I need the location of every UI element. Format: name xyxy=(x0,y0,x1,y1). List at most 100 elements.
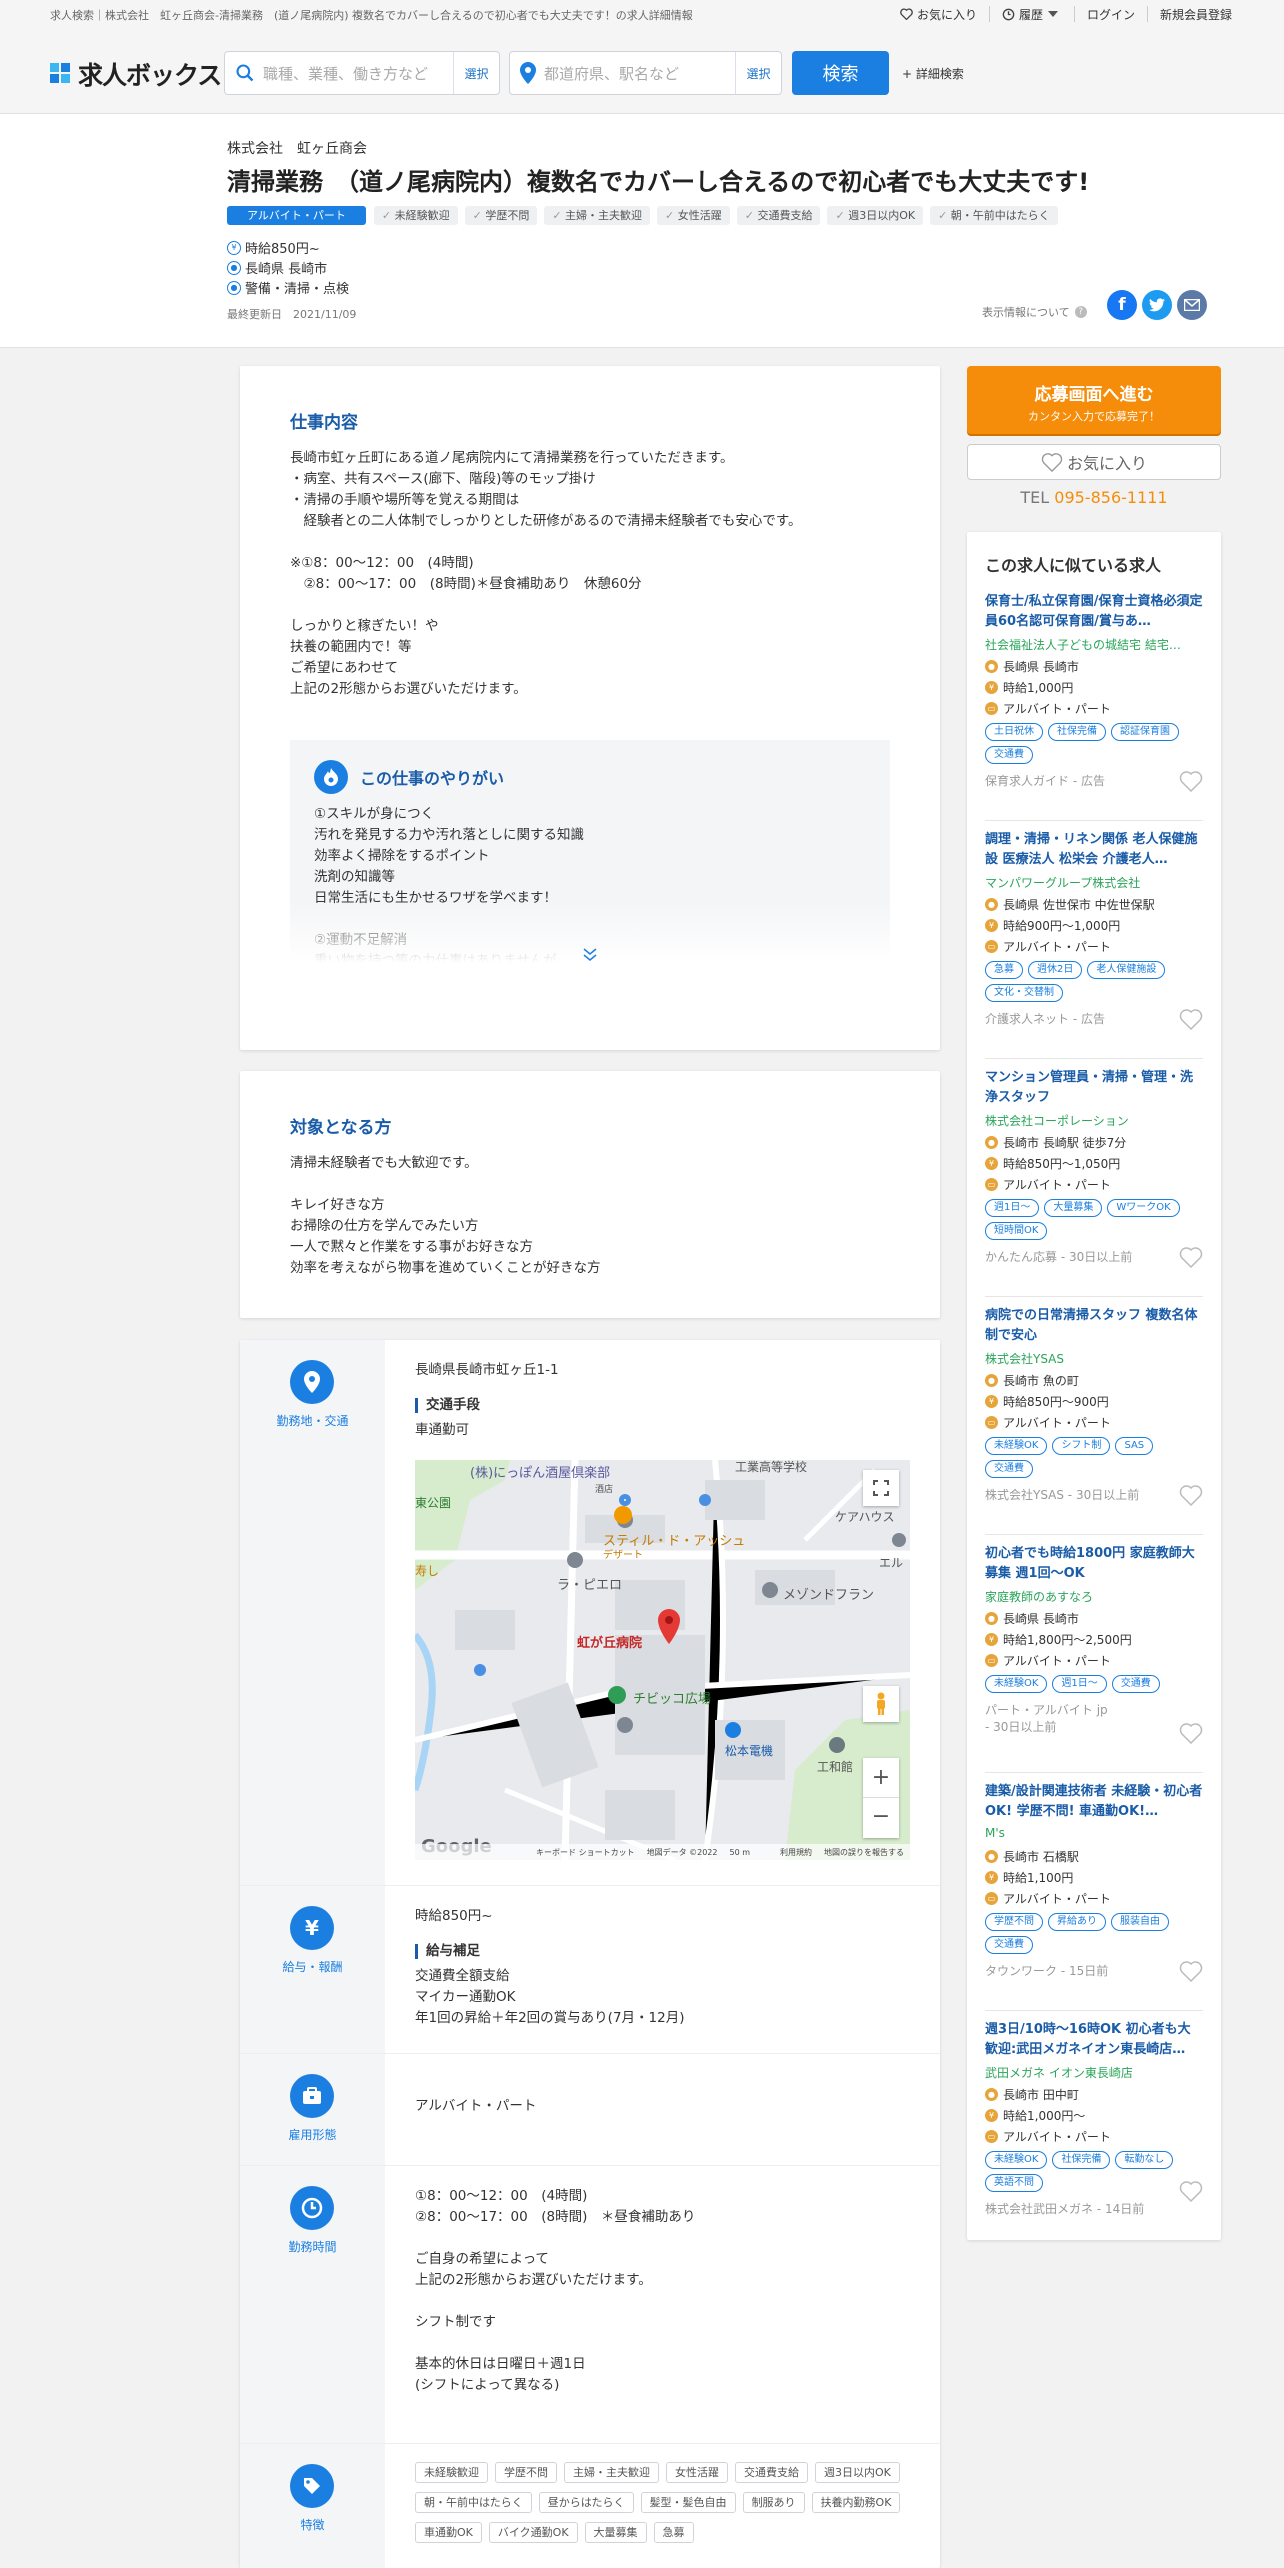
similar-job-wage-text: 時給850円～900円 xyxy=(1003,1395,1109,1409)
similar-job-title[interactable]: 保育士/私立保育園/保育士資格必須定員60名認可保育園/賞与あ… xyxy=(985,592,1203,632)
similar-job-title[interactable]: 初心者でも時給1800円 家庭教師大募集 週1回～OK xyxy=(985,1544,1203,1584)
zoom-in-button[interactable]: + xyxy=(863,1758,899,1798)
map-label: メゾンドフラン xyxy=(783,1588,875,1603)
similar-job-type-text: アルバイト・パート xyxy=(1003,1178,1111,1192)
zoom-out-button[interactable]: − xyxy=(863,1798,899,1838)
favorite-heart-icon[interactable] xyxy=(1179,2180,1203,2202)
similar-job-tags: 急募 週休2日 老人保健施設 文化・交替制 xyxy=(985,961,1203,1007)
salary-row: ¥ 給与・報酬 時給850円~ 給与補足 交通費全額支給 マイカー通勤OK 年1… xyxy=(240,1885,940,2053)
fullscreen-icon[interactable] xyxy=(863,1470,899,1506)
pin-icon: ● xyxy=(985,898,998,911)
feature-tag: 未経験歓迎 xyxy=(415,2462,488,2483)
last-updated: 最終更新日 2021/11/09 xyxy=(227,308,357,321)
favorite-heart-icon[interactable] xyxy=(1179,770,1203,792)
similar-job-type: ▭ アルバイト・パート xyxy=(985,1174,1203,1195)
apply-button[interactable]: 応募画面へ進む カンタン入力で応募完了！ xyxy=(967,366,1221,434)
similar-job-company: 株式会社コーポレーション xyxy=(985,1114,1129,1128)
favorite-link[interactable]: お気に入り xyxy=(888,6,989,22)
similar-job-wage: ¥ 時給1,000円～ xyxy=(985,2105,1203,2126)
similar-job-wage-text: 時給1,100円 xyxy=(1003,1871,1074,1885)
similar-job-company: 社会福祉法人子どもの城結宅 結宅… xyxy=(985,638,1181,652)
similar-job-type: ▭ アルバイト・パート xyxy=(985,936,1203,957)
area-search-input[interactable]: 都道府県、駅名など xyxy=(536,63,735,84)
similar-job-item[interactable]: 週3日/10時～16時OK 初心者も大歓迎:武田メガネイオン東長崎店… 武田メガ… xyxy=(985,2020,1203,2240)
similar-job-location: ● 長崎県 長崎市 xyxy=(985,656,1203,677)
similar-job-location-text: 長崎県 長崎市 xyxy=(1003,1612,1079,1626)
similar-job-source: 株式会社YSAS - 30日以上前 xyxy=(985,1488,1140,1502)
similar-job-company: 株式会社YSAS xyxy=(985,1352,1064,1366)
similar-job-type-text: アルバイト・パート xyxy=(1003,1654,1111,1668)
login-link[interactable]: ログイン xyxy=(1073,6,1147,22)
breadcrumb: 求人検索｜株式会社 虹ヶ丘商会-清掃業務 (道ノ尾病院内) 複数名でカバーし合え… xyxy=(50,9,693,22)
job-tag: 未経験歓迎 xyxy=(373,206,458,225)
feature-tag: 制服あり xyxy=(742,2492,805,2513)
job-divider xyxy=(985,1058,1203,1059)
map-data-credit: 地図データ ©2022 xyxy=(646,1847,718,1857)
site-logo[interactable]: 求人ボックス xyxy=(50,56,222,92)
favorite-heart-icon[interactable] xyxy=(1179,1484,1203,1506)
employment-type-tag: アルバイト・パート xyxy=(227,206,366,225)
job-tag: 週3日以内OK xyxy=(827,206,924,225)
similar-job-type-text: アルバイト・パート xyxy=(1003,940,1111,954)
job-search-input[interactable]: 職種、業種、働き方など xyxy=(255,63,453,84)
briefcase-icon: ▭ xyxy=(985,702,998,715)
site-header: 求人検索｜株式会社 虹ヶ丘商会-清掃業務 (道ノ尾病院内) 複数名でカバーし合え… xyxy=(0,0,1284,114)
map-report-link[interactable]: 地図の誤りを報告する xyxy=(824,1847,904,1858)
similar-job-tag: 交通費 xyxy=(985,1460,1033,1478)
register-link[interactable]: 新規会員登録 xyxy=(1146,6,1244,22)
briefcase-icon: ▭ xyxy=(985,1892,998,1905)
similar-job-item[interactable]: 調理・清掃・リネン関係 老人保健施設 医療法人 松栄会 介護老人… マンパワーグ… xyxy=(985,830,1203,1068)
similar-job-tag: 交通費 xyxy=(1111,1675,1160,1693)
twitter-share-icon[interactable] xyxy=(1142,290,1172,320)
history-link[interactable]: 履歴 xyxy=(988,6,1074,22)
yen-icon: ¥ xyxy=(985,681,998,694)
similar-job-tag: WワークOK xyxy=(1107,1199,1180,1217)
briefcase-icon: ▭ xyxy=(985,1416,998,1429)
area-search-box: 都道府県、駅名など 選択 xyxy=(509,51,782,95)
phone-number: TEL 095-856-1111 xyxy=(967,488,1221,507)
map-footer: キーボード ショートカット 地図データ ©2022 50 m 利用規約 地図の誤… xyxy=(415,1844,910,1860)
yen-icon: ¥ xyxy=(985,1395,998,1408)
hours-label-cell: 勤務時間 xyxy=(240,2166,385,2443)
map-terms-link[interactable]: 利用規約 xyxy=(780,1847,812,1858)
work-content-card: 仕事内容 長崎市虹ヶ丘町にある道ノ尾病院内にて清掃業務を行っていただきます。 ・… xyxy=(240,366,940,1050)
favorite-heart-icon[interactable] xyxy=(1179,1722,1203,1744)
favorite-heart-icon[interactable] xyxy=(1179,1246,1203,1268)
similar-job-title[interactable]: 週3日/10時～16時OK 初心者も大歓迎:武田メガネイオン東長崎店… xyxy=(985,2020,1203,2060)
favorite-button[interactable]: お気に入り xyxy=(967,444,1221,480)
job-search-box: 職種、業種、働き方など 選択 xyxy=(224,51,500,95)
expand-chevron-icon[interactable] xyxy=(582,948,598,962)
display-info-link[interactable]: 表示情報について ? xyxy=(982,304,1087,320)
favorite-heart-icon[interactable] xyxy=(1179,1008,1203,1030)
street-view-icon[interactable] xyxy=(863,1686,899,1722)
embedded-map[interactable]: (株)にっぽん酒屋倶楽部 工業高等学校 酒店 東公園 スティル・ド・アッシュ デ… xyxy=(415,1460,910,1860)
facebook-share-icon[interactable]: f xyxy=(1107,290,1137,320)
features-row: 特徴 未経験歓迎 学歴不問 主婦・主夫歓迎 女性活躍 交通費支給 週3日以内OK… xyxy=(240,2443,940,2568)
similar-job-item[interactable]: 病院での日常清掃スタッフ 複数名体制で安心 株式会社YSAS ● 長崎市 魚の町 … xyxy=(985,1306,1203,1544)
feature-tag: 車通勤OK xyxy=(415,2522,482,2543)
area-select-button[interactable]: 選択 xyxy=(735,52,781,94)
similar-job-location: ● 長崎市 田中町 xyxy=(985,2084,1203,2105)
favorite-heart-icon[interactable] xyxy=(1179,1960,1203,1982)
job-tag: 女性活躍 xyxy=(657,206,730,225)
job-title: 清掃業務 （道ノ尾病院内）複数名でカバーし合えるので初心者でも大丈夫です! xyxy=(227,168,1090,196)
similar-job-type-text: アルバイト・パート xyxy=(1003,1416,1111,1430)
similar-job-item[interactable]: マンション管理員・清掃・管理・洗浄スタッフ 株式会社コーポレーション ● 長崎市 … xyxy=(985,1068,1203,1306)
similar-job-tag: 週1日～ xyxy=(985,1199,1040,1217)
similar-job-title[interactable]: 調理・清掃・リネン関係 老人保健施設 医療法人 松栄会 介護老人… xyxy=(985,830,1203,870)
similar-job-title[interactable]: 病院での日常清掃スタッフ 複数名体制で安心 xyxy=(985,1306,1203,1346)
similar-job-item[interactable]: 初心者でも時給1800円 家庭教師大募集 週1回～OK 家庭教師のあすなろ ● 長… xyxy=(985,1544,1203,1782)
advanced-search-link[interactable]: + 詳細検索 xyxy=(902,65,964,82)
search-button[interactable]: 検索 xyxy=(792,51,889,95)
yarigai-box: この仕事のやりがい ①スキルが身につく 汚れを発見する力や汚れ落としに関する知識… xyxy=(290,740,890,970)
mail-share-icon[interactable] xyxy=(1177,290,1207,320)
similar-job-item[interactable]: 建築/設計関連技術者 未経験・初心者OK! 学歴不問! 車通勤OK!… M's … xyxy=(985,1782,1203,2020)
similar-job-tag: 社保完備 xyxy=(1048,723,1106,741)
similar-job-title[interactable]: マンション管理員・清掃・管理・洗浄スタッフ xyxy=(985,1068,1203,1108)
job-select-button[interactable]: 選択 xyxy=(453,52,499,94)
map-shortcuts-link[interactable]: キーボード ショートカット xyxy=(536,1847,635,1858)
similar-job-item[interactable]: 保育士/私立保育園/保育士資格必須定員60名認可保育園/賞与あ… 社会福祉法人子… xyxy=(985,592,1203,830)
similar-job-title[interactable]: 建築/設計関連技術者 未経験・初心者OK! 学歴不問! 車通勤OK!… xyxy=(985,1782,1203,1822)
location-label: 勤務地・交通 xyxy=(276,1414,349,1428)
tel-number[interactable]: 095-856-1111 xyxy=(1054,488,1167,507)
